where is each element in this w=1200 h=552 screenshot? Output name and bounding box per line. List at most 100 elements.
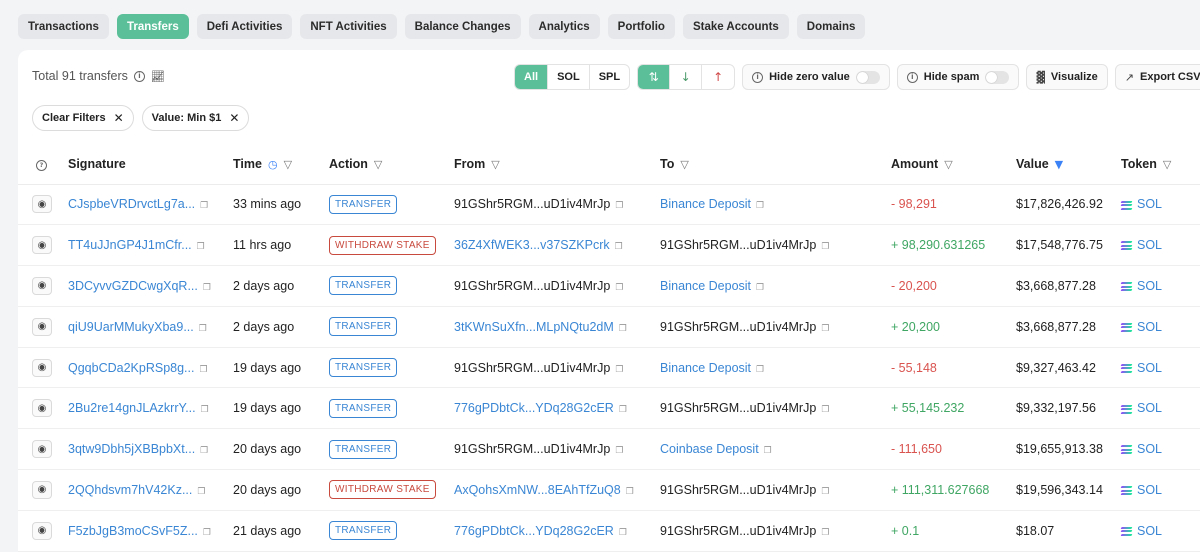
eye-icon[interactable]: ◉ xyxy=(32,521,52,540)
incoming-arrow-icon[interactable]: ↓ xyxy=(670,65,703,89)
copy-icon[interactable]: ❐ xyxy=(821,242,829,252)
signature-link[interactable]: CJspbeVRDrvctLg7a... xyxy=(68,197,195,211)
close-icon[interactable]: ✕ xyxy=(229,111,239,125)
token-link[interactable]: SOL xyxy=(1137,442,1162,456)
from-address[interactable]: 776gPDbtCk...YDq28G2cER xyxy=(454,524,614,538)
filter-active-icon[interactable]: ▼ xyxy=(1055,158,1063,171)
close-icon[interactable]: ✕ xyxy=(114,111,124,125)
filter-icon[interactable]: ▽ xyxy=(374,158,382,171)
info-icon[interactable]: ? xyxy=(36,160,47,172)
signature-link[interactable]: 3DCyvvGZDCwgXqR... xyxy=(68,279,198,293)
token-link[interactable]: SOL xyxy=(1137,197,1162,211)
copy-icon[interactable]: ❐ xyxy=(821,528,829,538)
visualize-button[interactable]: ▓ Visualize xyxy=(1026,64,1108,90)
tab-nft-activities[interactable]: NFT Activities xyxy=(300,14,397,39)
export-csv-button[interactable]: ↗ Export CSV xyxy=(1114,64,1200,90)
copy-icon[interactable]: ❐ xyxy=(626,487,634,497)
filter-icon[interactable]: ▽ xyxy=(944,158,952,171)
eye-icon[interactable]: ◉ xyxy=(32,440,52,459)
tab-balance-changes[interactable]: Balance Changes xyxy=(404,14,521,39)
eye-icon[interactable]: ◉ xyxy=(32,317,52,336)
clock-icon[interactable]: ◷ xyxy=(268,158,278,171)
from-address[interactable]: 36Z4XfWEK3...v37SZKPcrk xyxy=(454,238,610,252)
signature-link[interactable]: 3qtw9Dbh5jXBBpbXt... xyxy=(68,442,195,456)
filter-icon[interactable]: ▽ xyxy=(680,158,688,171)
token-link[interactable]: SOL xyxy=(1137,524,1162,538)
filter-icon[interactable]: ▽ xyxy=(491,158,499,171)
copy-icon[interactable]: ❐ xyxy=(821,405,829,415)
chart-icon[interactable]: 📈︎ xyxy=(151,70,165,83)
copy-icon[interactable]: ❐ xyxy=(619,405,627,415)
tab-portfolio[interactable]: Portfolio xyxy=(607,14,675,39)
from-address[interactable]: AxQohsXmNW...8EAhTfZuQ8 xyxy=(454,483,621,497)
copy-icon[interactable]: ❐ xyxy=(764,446,772,456)
copy-icon[interactable]: ❐ xyxy=(615,201,623,211)
to-address[interactable]: Binance Deposit xyxy=(660,279,751,293)
tab-analytics[interactable]: Analytics xyxy=(528,14,600,39)
copy-icon[interactable]: ❐ xyxy=(200,446,208,456)
time-text: 11 hrs ago xyxy=(233,238,292,253)
both-directions-icon[interactable]: ⇅ xyxy=(638,65,671,89)
to-address[interactable]: Coinbase Deposit xyxy=(660,442,759,456)
copy-icon[interactable]: ❐ xyxy=(756,365,764,375)
filter-icon[interactable]: ▽ xyxy=(1163,158,1171,171)
hide-spam-toggle[interactable]: i Hide spam xyxy=(896,64,1020,90)
eye-icon[interactable]: ◉ xyxy=(32,276,52,295)
copy-icon[interactable]: ❐ xyxy=(756,283,764,293)
eye-icon[interactable]: ◉ xyxy=(32,358,52,377)
token-link[interactable]: SOL xyxy=(1137,361,1162,375)
token-link[interactable]: SOL xyxy=(1137,483,1162,497)
token-filter-all[interactable]: All xyxy=(515,65,549,89)
to-address[interactable]: Binance Deposit xyxy=(660,197,751,211)
signature-link[interactable]: 2QQhdsvm7hV42Kz... xyxy=(68,483,192,497)
eye-icon[interactable]: ◉ xyxy=(32,480,52,499)
copy-icon[interactable]: ❐ xyxy=(199,365,207,375)
copy-icon[interactable]: ❐ xyxy=(199,324,207,334)
tab-transactions[interactable]: Transactions xyxy=(18,14,109,39)
token-filter-sol[interactable]: SOL xyxy=(548,65,590,89)
signature-link[interactable]: F5zbJgB3moCSvF5Z... xyxy=(68,524,198,538)
clear-filters-button[interactable]: Clear Filters ✕ xyxy=(32,105,134,131)
signature-link[interactable]: qiU9UarMMukyXba9... xyxy=(68,320,194,334)
copy-icon[interactable]: ❐ xyxy=(619,324,627,334)
to-address[interactable]: Binance Deposit xyxy=(660,361,751,375)
copy-icon[interactable]: ❐ xyxy=(615,242,623,252)
copy-icon[interactable]: ❐ xyxy=(821,324,829,334)
copy-icon[interactable]: ❐ xyxy=(197,487,205,497)
copy-icon[interactable]: ❐ xyxy=(821,487,829,497)
eye-icon[interactable]: ◉ xyxy=(32,399,52,418)
copy-icon[interactable]: ❐ xyxy=(615,365,623,375)
outgoing-arrow-icon[interactable]: ↑ xyxy=(702,65,734,89)
copy-icon[interactable]: ❐ xyxy=(203,283,211,293)
signature-link[interactable]: QgqbCDa2KpRSp8g... xyxy=(68,361,194,375)
signature-link[interactable]: 2Bu2re14gnJLAzkrrY... xyxy=(68,401,196,415)
eye-icon[interactable]: ◉ xyxy=(32,195,52,214)
info-icon[interactable]: i xyxy=(133,70,145,82)
copy-icon[interactable]: ❐ xyxy=(615,283,623,293)
copy-icon[interactable]: ❐ xyxy=(201,405,209,415)
tab-domains[interactable]: Domains xyxy=(796,14,866,39)
hide-zero-value-toggle[interactable]: i Hide zero value xyxy=(742,64,890,90)
toggle-switch[interactable] xyxy=(855,70,880,84)
filter-icon[interactable]: ▽ xyxy=(284,158,292,171)
eye-icon[interactable]: ◉ xyxy=(32,236,52,255)
token-link[interactable]: SOL xyxy=(1137,279,1162,293)
from-address[interactable]: 776gPDbtCk...YDq28G2cER xyxy=(454,401,614,415)
token-link[interactable]: SOL xyxy=(1137,238,1162,252)
token-link[interactable]: SOL xyxy=(1137,401,1162,415)
token-link[interactable]: SOL xyxy=(1137,320,1162,334)
tab-stake-accounts[interactable]: Stake Accounts xyxy=(682,14,789,39)
copy-icon[interactable]: ❐ xyxy=(203,528,211,538)
copy-icon[interactable]: ❐ xyxy=(197,242,205,252)
toggle-switch[interactable] xyxy=(985,70,1010,84)
tab-transfers[interactable]: Transfers xyxy=(116,14,189,39)
copy-icon[interactable]: ❐ xyxy=(200,201,208,211)
copy-icon[interactable]: ❐ xyxy=(756,201,764,211)
tab-defi-activities[interactable]: Defi Activities xyxy=(196,14,293,39)
token-filter-spl[interactable]: SPL xyxy=(590,65,629,89)
value-filter-chip[interactable]: Value: Min $1 ✕ xyxy=(141,105,250,131)
from-address[interactable]: 3tKWnSuXfn...MLpNQtu2dM xyxy=(454,320,614,334)
copy-icon[interactable]: ❐ xyxy=(619,528,627,538)
copy-icon[interactable]: ❐ xyxy=(615,446,623,456)
signature-link[interactable]: TT4uJJnGP4J1mCfr... xyxy=(68,238,192,252)
